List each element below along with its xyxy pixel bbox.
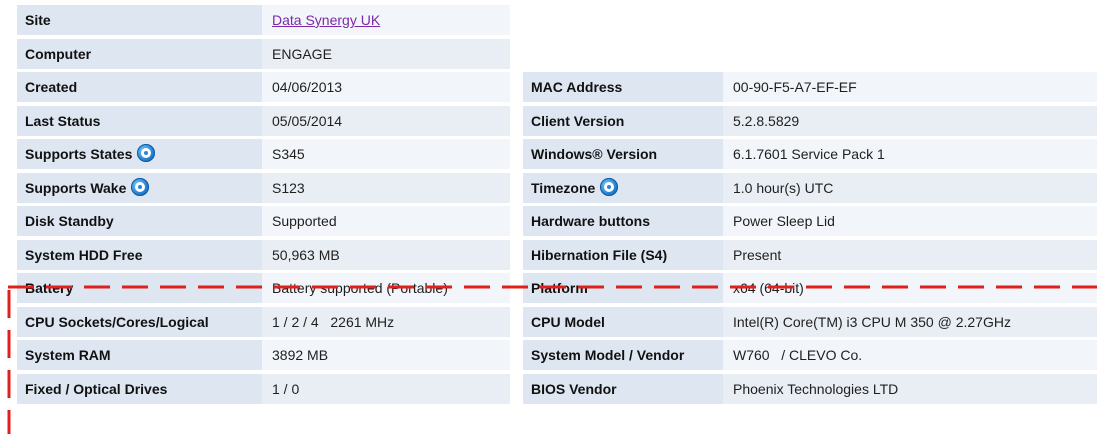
value-text: 3892 MB	[272, 347, 329, 363]
label-platform: Platform	[523, 273, 723, 303]
label-text: Fixed / Optical Drives	[25, 380, 168, 397]
value-text: 50,963 MB	[272, 246, 340, 263]
value-cpu-model: Intel(R) Core(TM) i3 CPU M 350 @ 2.27GHz	[723, 306, 1097, 337]
value-text: Power Sleep Lid	[733, 213, 835, 229]
label-text: Computer	[25, 45, 92, 62]
value-text: W760 / CLEVO Co.	[733, 347, 863, 363]
value-disk-standby: Supported	[262, 206, 510, 236]
value-text: Battery supported (Portable)	[272, 280, 448, 296]
value-supports-wake: S123	[262, 172, 510, 203]
label-text: CPU Sockets/Cores/Logical	[25, 313, 209, 330]
label-hardware-buttons: Hardware buttons	[523, 206, 723, 236]
label-cpu-sockets-cores-logical: CPU Sockets/Cores/Logical	[17, 306, 262, 337]
value-fixed-optical-drives: 1 / 0	[262, 373, 510, 404]
label-text: System RAM	[25, 347, 111, 363]
label-text: Hibernation File (S4)	[531, 246, 668, 263]
site-link[interactable]: Data Synergy UK	[272, 12, 380, 28]
help-question-icon[interactable]	[131, 177, 150, 196]
label-fixed-optical-drives: Fixed / Optical Drives	[17, 373, 262, 404]
value-text: Phoenix Technologies LTD	[733, 380, 899, 397]
value-system-ram: 3892 MB	[262, 340, 510, 370]
label-disk-standby: Disk Standby	[17, 206, 262, 236]
label-text: CPU Model	[531, 313, 605, 330]
label-text: Client Version	[531, 112, 625, 129]
value-text: 00-90-F5-A7-EF-EF	[733, 79, 857, 95]
value-text: x64 (64-bit)	[733, 280, 804, 296]
value-windows-version: 6.1.7601 Service Pack 1	[723, 139, 1097, 169]
label-windows-version: Windows® Version	[523, 139, 723, 169]
label-timezone: Timezone	[523, 172, 723, 203]
label-text: System HDD Free	[25, 246, 143, 263]
label-created: Created	[17, 72, 262, 102]
value-supports-states: S345	[262, 139, 510, 169]
help-question-icon[interactable]	[137, 144, 156, 162]
label-system-ram: System RAM	[17, 340, 262, 370]
value-hibernation-file-s4: Present	[723, 239, 1097, 270]
value-text: ENGAGE	[272, 45, 332, 62]
value-cpu-sockets-cores-logical: 1 / 2 / 4 2261 MHz	[262, 306, 510, 337]
value-created: 04/06/2013	[262, 72, 510, 102]
value-mac-address: 00-90-F5-A7-EF-EF	[723, 72, 1097, 102]
label-computer: Computer	[17, 38, 262, 69]
label-text: Disk Standby	[25, 213, 114, 229]
label-text: Supports Wake	[25, 179, 127, 196]
value-text: 05/05/2014	[272, 112, 343, 129]
value-hardware-buttons: Power Sleep Lid	[723, 206, 1097, 236]
value-text: Supported	[272, 213, 337, 229]
label-hibernation-file-s4: Hibernation File (S4)	[523, 239, 723, 270]
value-system-hdd-free: 50,963 MB	[262, 239, 510, 270]
label-last-status: Last Status	[17, 105, 262, 136]
label-system-model-vendor: System Model / Vendor	[523, 340, 723, 370]
label-text: Hardware buttons	[531, 213, 651, 229]
label-text: Windows® Version	[531, 146, 658, 162]
label-text: Platform	[531, 280, 588, 296]
label-text: Created	[25, 79, 78, 95]
label-supports-states: Supports States	[17, 139, 262, 169]
value-text: 1 / 2 / 4 2261 MHz	[272, 313, 395, 330]
label-text: BIOS Vendor	[531, 380, 617, 397]
value-text: 1 / 0	[272, 380, 300, 397]
value-client-version: 5.2.8.5829	[723, 105, 1097, 136]
label-text: Supports States	[25, 146, 133, 162]
value-timezone: 1.0 hour(s) UTC	[723, 172, 1097, 203]
value-system-model-vendor: W760 / CLEVO Co.	[723, 340, 1097, 370]
value-text: S123	[272, 179, 305, 196]
label-mac-address: MAC Address	[523, 72, 723, 102]
label-battery: Battery	[17, 273, 262, 303]
value-text: 6.1.7601 Service Pack 1	[733, 146, 885, 162]
label-bios-vendor: BIOS Vendor	[523, 373, 723, 404]
label-text: System Model / Vendor	[531, 347, 685, 363]
value-text: Intel(R) Core(TM) i3 CPU M 350 @ 2.27GHz	[733, 313, 1011, 330]
label-text: Site	[25, 12, 51, 28]
value-text: 5.2.8.5829	[733, 112, 800, 129]
label-text: MAC Address	[531, 79, 623, 95]
value-last-status: 05/05/2014	[262, 105, 510, 136]
value-battery: Battery supported (Portable)	[262, 273, 510, 303]
label-text: Last Status	[25, 112, 101, 129]
value-text: S345	[272, 146, 305, 162]
value-text: 1.0 hour(s) UTC	[733, 179, 834, 196]
value-text: 04/06/2013	[272, 79, 343, 95]
label-cpu-model: CPU Model	[523, 306, 723, 337]
value-platform: x64 (64-bit)	[723, 273, 1097, 303]
label-text: Timezone	[531, 179, 596, 196]
value-site[interactable]: Data Synergy UK	[262, 5, 510, 35]
label-client-version: Client Version	[523, 105, 723, 136]
value-bios-vendor: Phoenix Technologies LTD	[723, 373, 1097, 404]
value-text: Present	[733, 246, 782, 263]
label-supports-wake: Supports Wake	[17, 172, 262, 203]
label-system-hdd-free: System HDD Free	[17, 239, 262, 270]
help-question-icon[interactable]	[600, 177, 619, 196]
label-site: Site	[17, 5, 262, 35]
value-computer: ENGAGE	[262, 38, 510, 69]
label-text: Battery	[25, 280, 74, 296]
